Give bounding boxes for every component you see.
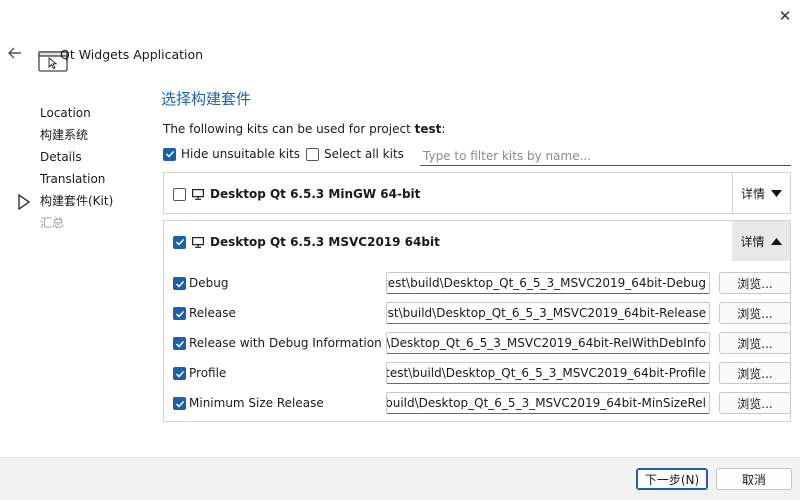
checkbox-unchecked-icon[interactable] [306,147,319,161]
build-config-label: Profile [189,366,227,380]
kit-panel-msvc: Desktop Qt 6.5.3 MSVC2019 64bit 详情 Debug… [163,220,791,422]
build-path-text: \test\build\Desktop_Qt_6_5_3_MSVC2019_64… [386,366,706,380]
build-config-row: Profile \test\build\Desktop_Qt_6_5_3_MSV… [173,362,791,386]
details-label: 详情 [740,234,765,249]
close-icon: ✕ [778,7,792,25]
build-debug-checkbox[interactable] [173,277,186,290]
step-location: Location [40,106,91,120]
checkbox-checked-icon[interactable] [173,235,186,249]
kits-description: The following kits can be used for proje… [163,122,445,136]
build-path-field[interactable]: \test\build\Desktop_Qt_6_5_3_MSVC2019_64… [386,362,710,384]
build-release-checkbox[interactable] [173,307,186,320]
current-step-arrow-icon [18,194,31,210]
hide-unsuitable-label: Hide unsuitable kits [181,147,301,161]
details-toggle-button[interactable]: 详情 [732,173,790,213]
wizard-steps: Location 构建系统 Details Translation 构建套件(K… [18,104,114,236]
build-path-text: d\Desktop_Qt_6_5_3_MSVC2019_64bit-RelWit… [386,336,706,350]
chevron-down-icon [771,189,782,197]
step-details: Details [40,150,82,164]
kit-header-mingw[interactable]: Desktop Qt 6.5.3 MinGW 64-bit [173,187,420,201]
build-config-row: Release test\build\Desktop_Qt_6_5_3_MSVC… [173,302,791,326]
build-path-field[interactable]: \build\Desktop_Qt_6_5_3_MSVC2019_64bit-M… [386,392,710,414]
back-arrow-icon [8,47,21,59]
build-minsizerel-checkbox[interactable] [173,397,186,410]
build-config-row: Debug \test\build\Desktop_Qt_6_5_3_MSVC2… [173,272,791,296]
step-kits: 构建套件(Kit) [18,192,114,214]
build-path-field[interactable]: d\Desktop_Qt_6_5_3_MSVC2019_64bit-RelWit… [386,332,710,354]
build-path-text: test\build\Desktop_Qt_6_5_3_MSVC2019_64b… [386,306,706,320]
next-button[interactable]: 下一步(N) [636,468,708,490]
desktop-monitor-icon [192,188,204,200]
step-translation: Translation [40,172,106,186]
build-config-row: Minimum Size Release \build\Desktop_Qt_6… [173,392,791,416]
hide-unsuitable-checkbox[interactable]: Hide unsuitable kits [163,147,300,161]
kit-name: Desktop Qt 6.5.3 MSVC2019 64bit [210,235,440,249]
close-button[interactable]: ✕ [770,4,800,28]
back-button[interactable] [4,42,26,64]
build-path-field[interactable]: \test\build\Desktop_Qt_6_5_3_MSVC2019_64… [386,272,710,294]
build-profile-checkbox[interactable] [173,367,186,380]
chevron-up-icon [770,237,782,245]
kit-panel-mingw: Desktop Qt 6.5.3 MinGW 64-bit 详情 [163,172,791,214]
build-path-text: \build\Desktop_Qt_6_5_3_MSVC2019_64bit-M… [386,396,706,410]
step-kits-label: 构建套件(Kit) [40,194,114,208]
kit-filter-input[interactable] [420,146,791,166]
browse-button[interactable]: 浏览... [719,332,791,354]
cancel-button[interactable]: 取消 [716,468,792,490]
build-path-field[interactable]: test\build\Desktop_Qt_6_5_3_MSVC2019_64b… [386,302,710,324]
browse-button[interactable]: 浏览... [719,362,791,384]
wizard-footer: 下一步(N) 取消 [0,457,800,500]
checkbox-checked-icon[interactable] [163,147,176,161]
build-config-label: Release with Debug Information [189,336,382,350]
build-path-text: \test\build\Desktop_Qt_6_5_3_MSVC2019_64… [386,276,706,290]
build-config-row: Release with Debug Information d\Desktop… [173,332,791,356]
description-text: The following kits can be used for proje… [163,122,415,136]
page-title: 选择构建套件 [161,90,252,108]
desktop-monitor-icon [192,236,204,248]
step-build-system: 构建系统 [40,128,89,142]
build-config-label: Release [189,306,236,320]
select-all-label: Select all kits [324,147,404,161]
checkbox-unchecked-icon[interactable] [173,187,186,201]
browse-button[interactable]: 浏览... [719,272,791,294]
build-relwithdebinfo-checkbox[interactable] [173,337,186,350]
kit-header-msvc[interactable]: Desktop Qt 6.5.3 MSVC2019 64bit [173,235,440,249]
build-config-label: Minimum Size Release [189,396,324,410]
details-label: 详情 [740,186,765,201]
browse-button[interactable]: 浏览... [719,302,791,324]
project-name: test [414,122,442,136]
wizard-title: Qt Widgets Application [60,47,204,62]
step-summary: 汇总 [40,216,65,230]
browse-button[interactable]: 浏览... [719,392,791,414]
details-toggle-button[interactable]: 详情 [732,221,790,261]
description-colon: : [441,122,446,136]
select-all-checkbox[interactable]: Select all kits [306,147,404,161]
build-config-label: Debug [189,276,229,290]
kit-name: Desktop Qt 6.5.3 MinGW 64-bit [210,187,421,201]
